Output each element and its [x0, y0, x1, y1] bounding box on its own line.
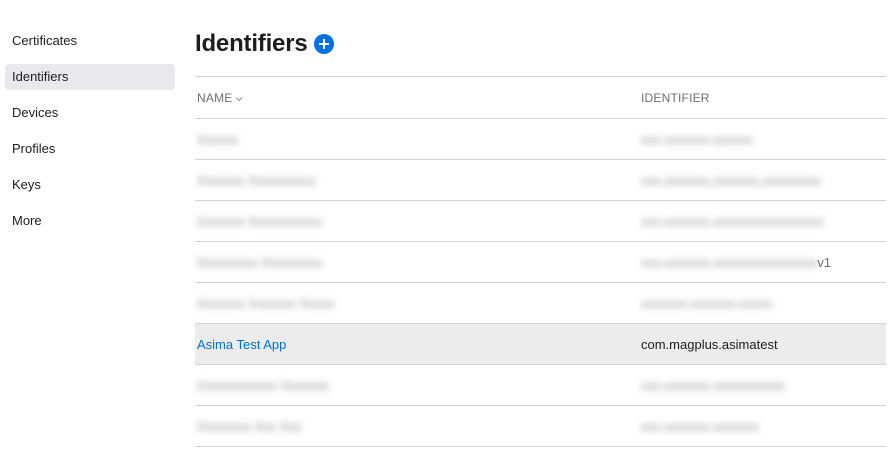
sidebar-item-identifiers[interactable]: Identifiers	[5, 64, 175, 90]
row-name: Xxxxxxxxx Xxxxxxxxx	[197, 254, 322, 270]
name-column-header[interactable]: NAME	[195, 91, 641, 105]
table-row[interactable]: Xxxxxxx Xxxxxxx Xxxxx xxxxxxx.xxxxxxx.xx…	[195, 283, 886, 324]
row-identifier: xxxxxxx.xxxxxxx.xxxxx	[641, 295, 772, 311]
sidebar-item-profiles[interactable]: Profiles	[5, 136, 175, 162]
row-name: Xxxxxxx Xxxxxxxxxx	[197, 172, 316, 188]
identifier-column-header[interactable]: IDENTIFIER	[641, 91, 886, 105]
table-row[interactable]: Xxxxxxxx Xxx Xxx xxx.xxxxxxx.xxxxxxx	[195, 406, 886, 447]
row-identifier: xxx.xxxxxxx.xxxxxxx.xxxxxxxxx	[641, 172, 821, 188]
row-identifier: xxx.xxxxxxx.xxxxxxxxxxxxxxxxx	[641, 213, 824, 229]
row-name: Xxxxxx	[197, 131, 239, 147]
sidebar-item-keys[interactable]: Keys	[5, 172, 175, 198]
table-row-selected[interactable]: Asima Test App com.magplus.asimatest	[195, 324, 886, 365]
table-row[interactable]: Xxxxxxx Xxxxxxxxxxx xxx.xxxxxxx.xxxxxxxx…	[195, 201, 886, 242]
row-identifier: xxx.xxxxxxx.xxxxxxx	[641, 418, 759, 434]
table-row[interactable]: Xxxxxxxxxxxx Xxxxxxx xxx.xxxxxxx.xxxxxxx…	[195, 365, 886, 406]
row-name-link[interactable]: Asima Test App	[197, 337, 286, 352]
table-row[interactable]: Xxxxxx xxx.xxxxxxx.xxxxxx	[195, 119, 886, 160]
sidebar-item-devices[interactable]: Devices	[5, 100, 175, 126]
page-title: Identifiers	[195, 30, 308, 57]
identifier-column-label: IDENTIFIER	[641, 90, 710, 105]
row-name: Xxxxxxx Xxxxxxx Xxxxx	[197, 295, 335, 311]
row-identifier-suffix: v1	[817, 254, 831, 270]
sidebar: Certificates Identifiers Devices Profile…	[5, 28, 175, 244]
row-identifier: xxx.xxxxxxx.xxxxxx	[641, 131, 753, 147]
chevron-down-icon	[235, 91, 243, 105]
table-row[interactable]: Xxxxxxx Xxxxxxxxxx xxx.xxxxxxx.xxxxxxx.x…	[195, 160, 886, 201]
table-header: NAME IDENTIFIER	[195, 77, 886, 119]
row-identifier: com.magplus.asimatest	[641, 336, 778, 352]
row-name: Xxxxxxxxxxxx Xxxxxxx	[197, 377, 329, 393]
identifiers-table: NAME IDENTIFIER Xxxxxx xxx.xxxxxxx.xxxxx…	[195, 76, 886, 447]
sidebar-item-more[interactable]: More	[5, 208, 175, 234]
row-identifier: xxx.xxxxxxx.xxxxxxxxxxx	[641, 377, 785, 393]
title-row: Identifiers	[195, 28, 334, 60]
table-row[interactable]: Xxxxxxxxx Xxxxxxxxx xxx.xxxxxxx.xxxxxxxx…	[195, 242, 886, 283]
row-name: Xxxxxxxx Xxx Xxx	[197, 418, 302, 434]
name-column-label: NAME	[197, 90, 233, 105]
row-identifier: xxx.xxxxxxx.xxxxxxxxxxxxxxxx	[641, 254, 818, 270]
sidebar-item-certificates[interactable]: Certificates	[5, 28, 175, 54]
plus-circle-icon	[318, 39, 329, 49]
row-name: Xxxxxxx Xxxxxxxxxxx	[197, 213, 322, 229]
add-identifier-button[interactable]	[313, 34, 334, 54]
